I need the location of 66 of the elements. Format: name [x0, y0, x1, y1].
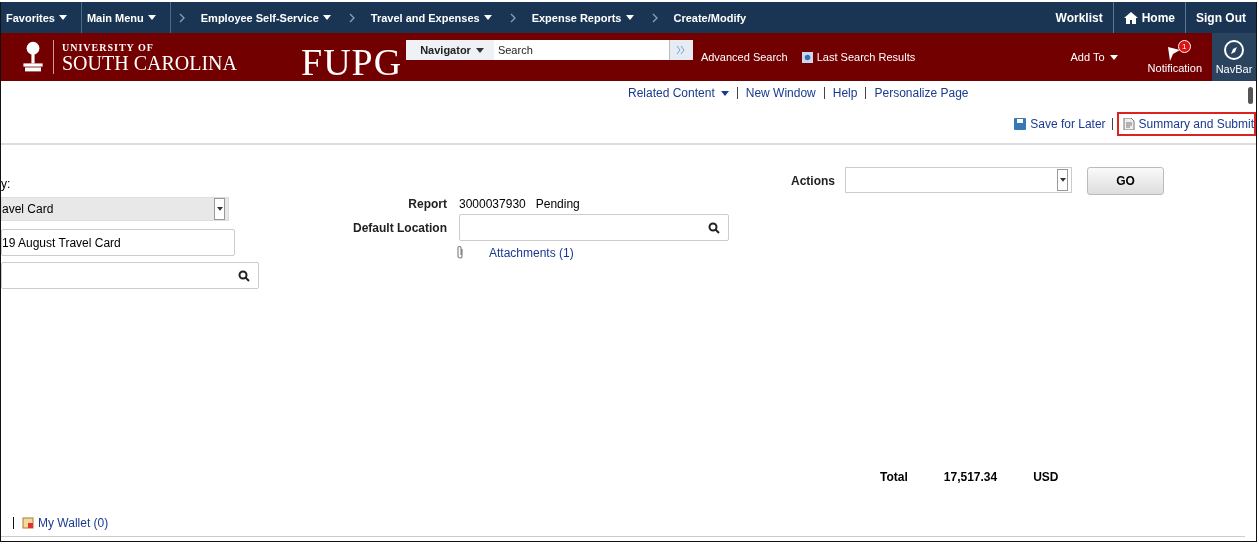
search-field[interactable]: Search — [493, 40, 669, 60]
top-link[interactable]: Worklist — [1045, 2, 1113, 33]
wallet-icon — [22, 517, 34, 529]
add-to-menu[interactable]: Add To — [1070, 51, 1118, 63]
home-icon — [1123, 11, 1138, 24]
caret-icon — [216, 207, 223, 211]
last-search-results-link[interactable]: Last Search Results — [816, 51, 916, 63]
toolbar-link[interactable]: Save for Later — [1008, 112, 1108, 136]
chevron-icon — [178, 12, 185, 23]
actions-select[interactable] — [845, 167, 1072, 193]
advanced-search-link[interactable]: Advanced Search — [700, 51, 788, 63]
notification-badge: 1 — [1177, 40, 1191, 53]
chevron-icon — [651, 12, 658, 23]
description-field[interactable]: 19 August Travel Card — [1, 229, 235, 256]
caret-icon — [58, 15, 67, 20]
navbar-button[interactable]: NavBar — [1212, 33, 1256, 81]
scrollbar-thumb[interactable] — [1248, 87, 1253, 104]
caret-icon — [1109, 54, 1118, 60]
double-chevron-icon — [676, 45, 687, 55]
navigator-dropdown[interactable]: Navigator — [406, 40, 494, 60]
nav-menu[interactable]: Create/Modify — [663, 11, 757, 24]
my-wallet-link[interactable]: My Wallet (0) — [38, 516, 109, 530]
search-icon — [238, 269, 250, 282]
default-location-label: Default Location — [352, 220, 447, 235]
logo-small-text: UNIVERSITY OF — [62, 41, 155, 53]
actions-label: Actions — [790, 173, 835, 188]
caret-icon — [720, 90, 729, 96]
currency: USD — [1033, 470, 1059, 484]
default-location-field[interactable] — [459, 214, 729, 241]
type-select[interactable]: avel Card — [1, 197, 229, 221]
page-link[interactable]: New Window — [745, 86, 816, 100]
caret-icon — [322, 15, 331, 20]
go-button[interactable]: GO — [1087, 167, 1164, 195]
attachments-link[interactable]: Attachments (1) — [489, 246, 574, 260]
caret-icon — [483, 15, 492, 20]
toolbar-link[interactable]: Summary and Submit — [1116, 112, 1256, 136]
caret-icon — [625, 15, 634, 20]
search-icon — [708, 221, 720, 234]
paperclip-icon — [455, 246, 465, 260]
page-link[interactable]: Personalize Page — [874, 86, 969, 100]
total-label: Total — [880, 470, 908, 484]
app-title: FUPG — [301, 40, 403, 84]
notification-button[interactable]: 1 Notification — [1147, 40, 1212, 74]
palmetto-logo-icon — [21, 40, 54, 74]
caret-icon — [1059, 178, 1066, 182]
chevron-icon — [509, 12, 516, 23]
compass-icon — [1223, 39, 1245, 61]
lookup-field[interactable] — [1, 262, 259, 289]
caret-icon — [475, 47, 484, 53]
report-number: 3000037930 — [459, 197, 526, 211]
nav-menu[interactable]: Expense Reports — [521, 11, 644, 24]
caret-icon — [147, 15, 156, 20]
chevron-icon — [348, 12, 355, 23]
field-label: y: — [1, 177, 12, 191]
nav-menu[interactable]: Employee Self-Service — [190, 11, 341, 24]
report-status: Pending — [535, 197, 580, 211]
search-results-icon — [801, 51, 813, 63]
total-amount: 17,517.34 — [943, 470, 998, 484]
page-link[interactable]: Related Content — [628, 86, 729, 100]
page-link[interactable]: Help — [832, 86, 858, 100]
nav-menu[interactable]: Travel and Expenses — [360, 11, 502, 24]
flag-icon — [1165, 45, 1182, 61]
report-label: Report — [407, 197, 447, 211]
search-go-button[interactable] — [668, 40, 693, 60]
logo-large-text: SOUTH CAROLINA — [62, 52, 237, 73]
document-icon — [1122, 118, 1135, 130]
